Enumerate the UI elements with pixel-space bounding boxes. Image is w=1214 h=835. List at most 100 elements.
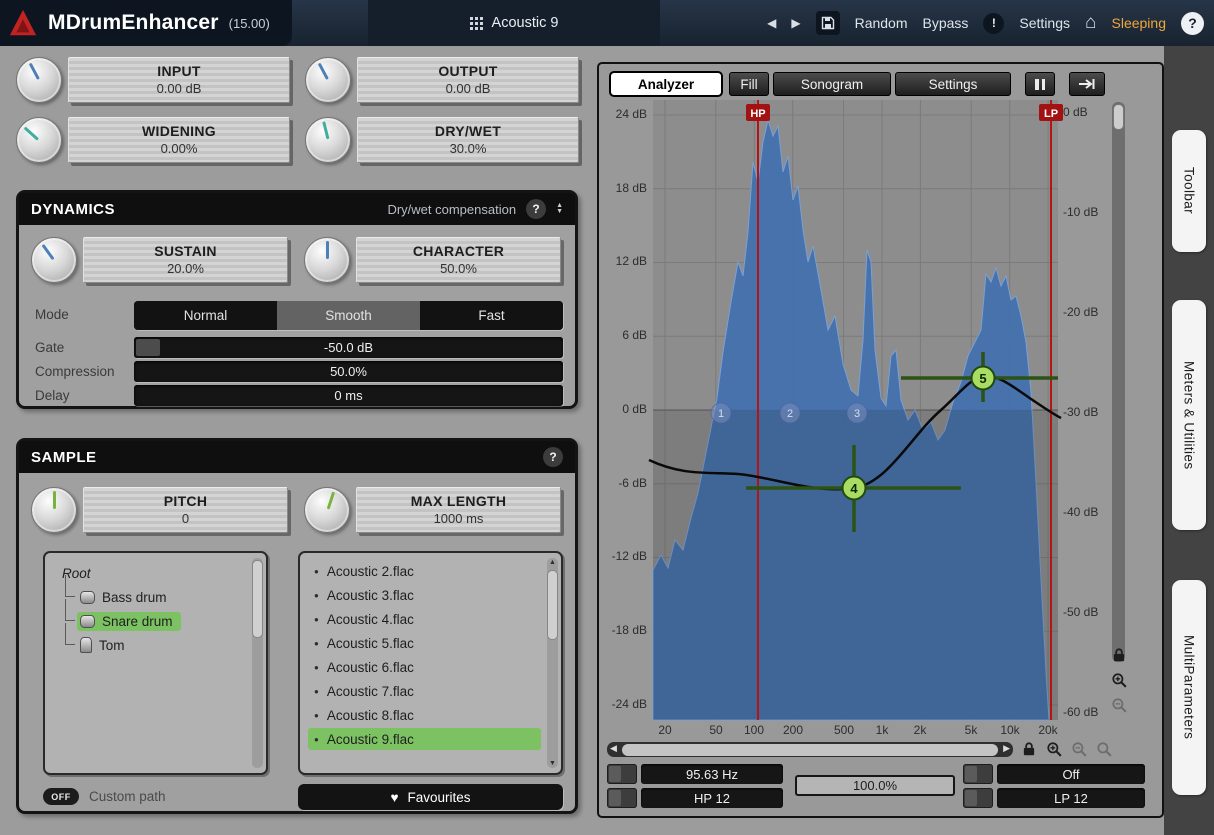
file-item[interactable]: ●Acoustic 7.flac: [308, 680, 541, 702]
input-knob[interactable]: [16, 57, 62, 103]
favourites-button[interactable]: ♥ Favourites: [298, 784, 563, 810]
melda-logo-icon[interactable]: [8, 8, 38, 38]
scroll-left-icon[interactable]: ◀: [610, 743, 617, 754]
hp-slope-mini-slider[interactable]: [607, 788, 637, 808]
file-list-scrollbar[interactable]: ▲ ▼: [547, 558, 558, 768]
save-button[interactable]: [816, 11, 840, 35]
settings-button[interactable]: Settings: [1019, 15, 1070, 31]
spectrum-eq-plot[interactable]: HP LP 1 2: [653, 100, 1058, 720]
help-icon[interactable]: ?: [1181, 12, 1204, 35]
tree-item-tom[interactable]: Tom: [53, 633, 248, 657]
side-tab-meters-utilities[interactable]: Meters & Utilities: [1172, 300, 1206, 530]
vertical-zoom-slider[interactable]: [1112, 102, 1125, 662]
widening-knob[interactable]: [16, 117, 62, 163]
tab-fill[interactable]: Fill: [729, 72, 769, 96]
gate-slider[interactable]: -50.0 dB: [134, 337, 563, 358]
maxlength-display[interactable]: MAX LENGTH 1000 ms: [356, 487, 561, 533]
slider-handle[interactable]: [136, 339, 160, 356]
tab-analyzer[interactable]: Analyzer: [609, 71, 723, 97]
sleeping-button[interactable]: Sleeping: [1112, 15, 1167, 31]
custom-path-toggle[interactable]: OFF: [43, 788, 79, 805]
file-item[interactable]: ●Acoustic 5.flac: [308, 632, 541, 654]
tree-item-bass-drum[interactable]: Bass drum: [53, 585, 248, 609]
file-item[interactable]: ●Acoustic 2.flac: [308, 560, 541, 582]
output-display[interactable]: OUTPUT 0.00 dB: [357, 57, 579, 103]
zoom-in-icon[interactable]: [1111, 672, 1127, 688]
widening-display[interactable]: WIDENING 0.00%: [68, 117, 290, 163]
pause-button[interactable]: [1025, 72, 1055, 96]
compression-slider[interactable]: 50.0%: [134, 361, 563, 382]
file-rows: ●Acoustic 2.flac ●Acoustic 3.flac ●Acous…: [300, 553, 561, 757]
character-knob[interactable]: [304, 237, 350, 283]
lp-freq-mini-slider[interactable]: [963, 764, 993, 784]
drywet-compensation-option[interactable]: Dry/wet compensation: [387, 202, 516, 217]
lp-frequency-field[interactable]: Off: [997, 764, 1145, 784]
collapse-expand-icon[interactable]: ▲▼: [556, 203, 563, 215]
h-zoom-in-icon[interactable]: [1046, 741, 1062, 757]
tree-item-root[interactable]: Root: [53, 561, 248, 585]
zoom-out-icon[interactable]: [1111, 697, 1127, 713]
mode-fast-button[interactable]: Fast: [420, 301, 563, 330]
analyzer-panel: Analyzer Fill Sonogram Settings 24 dB 18…: [597, 62, 1164, 818]
sustain-display[interactable]: SUSTAIN 20.0%: [83, 237, 288, 283]
home-icon[interactable]: ⌂: [1085, 12, 1096, 34]
random-button[interactable]: Random: [855, 15, 908, 31]
lp-slope-field[interactable]: LP 12: [997, 788, 1145, 808]
tree-scrollbar[interactable]: [252, 558, 263, 768]
file-item[interactable]: ●Acoustic 6.flac: [308, 656, 541, 678]
tab-settings[interactable]: Settings: [895, 72, 1011, 96]
scrollbar-thumb[interactable]: [547, 570, 558, 640]
max-length-knob[interactable]: [304, 487, 350, 533]
mode-normal-button[interactable]: Normal: [134, 301, 277, 330]
eq-point-3[interactable]: 3: [847, 403, 867, 423]
delay-slider[interactable]: 0 ms: [134, 385, 563, 406]
slider-thumb[interactable]: [1113, 104, 1124, 130]
file-item[interactable]: ●Acoustic 4.flac: [308, 608, 541, 630]
side-tab-toolbar[interactable]: Toolbar: [1172, 130, 1206, 252]
sample-help-icon[interactable]: ?: [543, 447, 563, 467]
eq-point-1[interactable]: 1: [711, 403, 731, 423]
eq-point-2[interactable]: 2: [780, 403, 800, 423]
bypass-button[interactable]: Bypass: [923, 15, 969, 31]
scroll-right-icon[interactable]: ▶: [1003, 743, 1010, 754]
lock-icon[interactable]: [1111, 647, 1127, 663]
character-display[interactable]: CHARACTER 50.0%: [356, 237, 561, 283]
sustain-knob[interactable]: [31, 237, 77, 283]
hp-slope-field[interactable]: HP 12: [641, 788, 783, 808]
drywet-value: 30.0%: [358, 141, 578, 156]
follow-playhead-button[interactable]: [1069, 72, 1105, 96]
file-item[interactable]: ●Acoustic 8.flac: [308, 704, 541, 726]
side-tab-multiparameters[interactable]: MultiParameters: [1172, 580, 1206, 795]
lp-slope-mini-slider[interactable]: [963, 788, 993, 808]
scrollbar-thumb[interactable]: [252, 560, 263, 638]
scrollbar-thumb[interactable]: [622, 744, 998, 756]
alert-icon[interactable]: !: [983, 13, 1004, 34]
pitch-display[interactable]: PITCH 0: [83, 487, 288, 533]
tab-sonogram[interactable]: Sonogram: [773, 72, 891, 96]
hp-frequency-field[interactable]: 95.63 Hz: [641, 764, 783, 784]
scroll-down-icon[interactable]: ▼: [547, 760, 558, 767]
horizontal-scrollbar[interactable]: ◀ ▶: [607, 742, 1013, 757]
h-lock-icon[interactable]: [1021, 741, 1037, 757]
file-name: Acoustic 7.flac: [327, 684, 414, 699]
h-zoom-reset-icon[interactable]: [1096, 741, 1112, 757]
titlebar: MDrumEnhancer (15.00) Acoustic 9 ◀ ▶: [0, 0, 1214, 46]
output-knob[interactable]: [305, 57, 351, 103]
dynamics-help-icon[interactable]: ?: [526, 199, 546, 219]
input-display[interactable]: INPUT 0.00 dB: [68, 57, 290, 103]
file-item-selected[interactable]: ●Acoustic 9.flac: [308, 728, 541, 750]
drywet-knob[interactable]: [305, 117, 351, 163]
file-item[interactable]: ●Acoustic 3.flac: [308, 584, 541, 606]
mix-field[interactable]: 100.0%: [795, 775, 955, 796]
drywet-display[interactable]: DRY/WET 30.0%: [357, 117, 579, 163]
next-preset-icon[interactable]: ▶: [791, 16, 800, 30]
tree-item-snare-drum[interactable]: Snare drum: [53, 609, 248, 633]
hp-freq-mini-slider[interactable]: [607, 764, 637, 784]
previous-preset-icon[interactable]: ◀: [767, 16, 776, 30]
pitch-knob[interactable]: [31, 487, 77, 533]
scroll-up-icon[interactable]: ▲: [547, 559, 558, 566]
file-name: Acoustic 3.flac: [327, 588, 414, 603]
preset-selector[interactable]: Acoustic 9: [368, 0, 660, 46]
h-zoom-out-icon[interactable]: [1071, 741, 1087, 757]
mode-smooth-button[interactable]: Smooth: [277, 301, 420, 330]
